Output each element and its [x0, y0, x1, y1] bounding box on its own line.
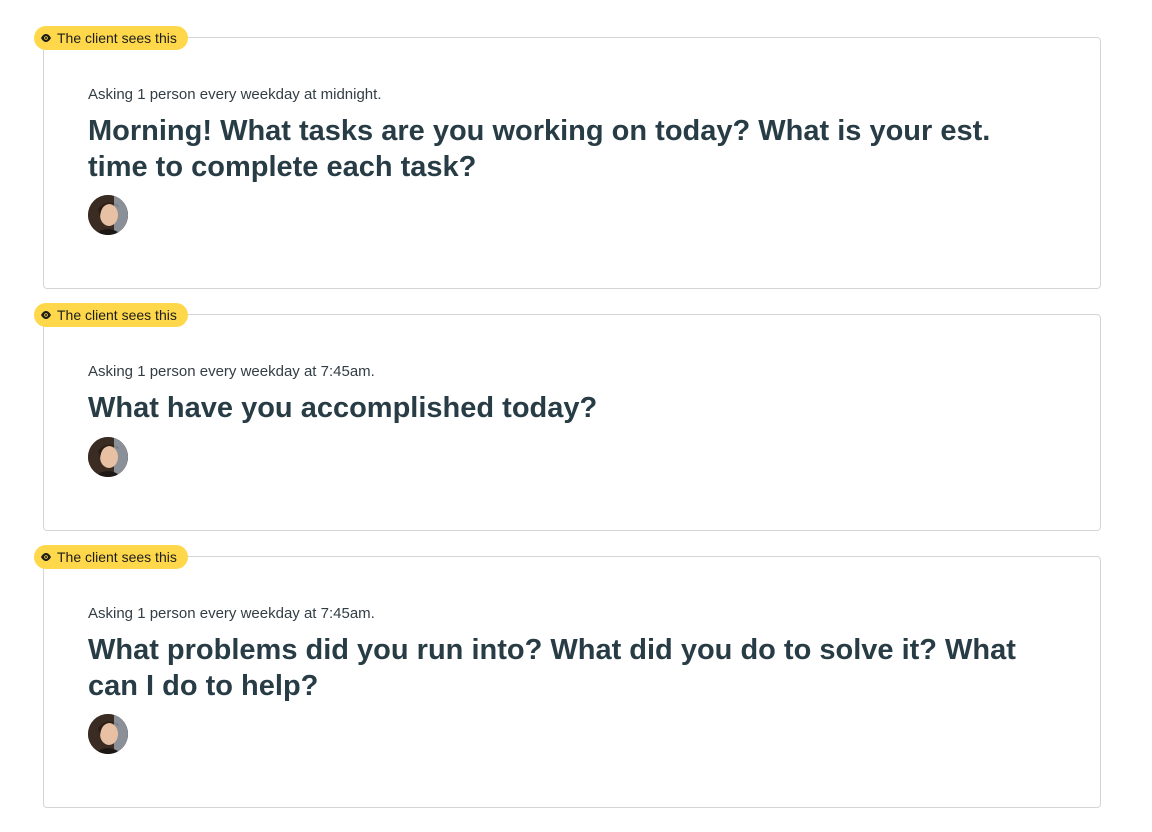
client-visibility-badge: The client sees this	[34, 303, 188, 327]
eye-icon	[40, 33, 52, 43]
avatar[interactable]	[88, 195, 128, 235]
checkin-question[interactable]: What have you accomplished today?	[88, 390, 1048, 426]
client-visibility-badge: The client sees this	[34, 545, 188, 569]
badge-label: The client sees this	[57, 30, 177, 46]
eye-icon	[40, 552, 52, 562]
user-avatar-photo-icon	[88, 437, 128, 477]
checkin-card[interactable]: Asking 1 person every weekday at 7:45am.…	[43, 314, 1101, 531]
badge-label: The client sees this	[57, 307, 177, 323]
checkin-schedule: Asking 1 person every weekday at midnigh…	[88, 86, 382, 103]
badge-label: The client sees this	[57, 549, 177, 565]
checkin-card[interactable]: Asking 1 person every weekday at midnigh…	[43, 37, 1101, 289]
avatar[interactable]	[88, 437, 128, 477]
checkin-schedule: Asking 1 person every weekday at 7:45am.	[88, 363, 375, 380]
avatar[interactable]	[88, 714, 128, 754]
user-avatar-photo-icon	[88, 714, 128, 754]
checkin-schedule: Asking 1 person every weekday at 7:45am.	[88, 605, 375, 622]
checkin-card[interactable]: Asking 1 person every weekday at 7:45am.…	[43, 556, 1101, 808]
user-avatar-photo-icon	[88, 195, 128, 235]
eye-icon	[40, 310, 52, 320]
checkin-question[interactable]: Morning! What tasks are you working on t…	[88, 113, 1048, 185]
checkin-question[interactable]: What problems did you run into? What did…	[88, 632, 1048, 704]
client-visibility-badge: The client sees this	[34, 26, 188, 50]
